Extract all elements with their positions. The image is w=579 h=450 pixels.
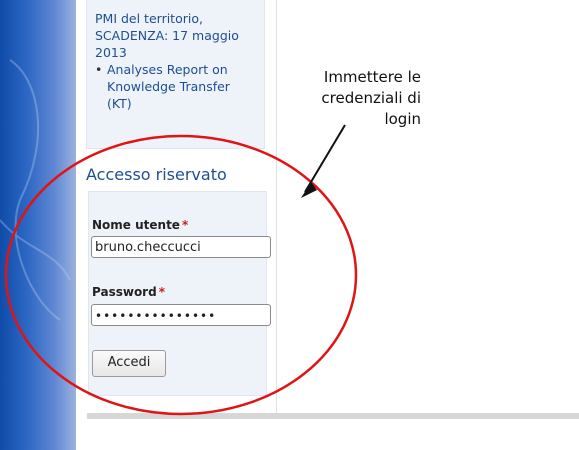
- arrow-head-icon: [301, 182, 317, 198]
- required-mark: *: [181, 218, 189, 232]
- password-label-text: Password: [92, 285, 157, 299]
- news-item-2[interactable]: • Analyses Report on Knowledge Transfer …: [95, 61, 239, 112]
- username-field[interactable]: bruno.checcucci: [91, 236, 271, 258]
- news-item-2-line[interactable]: Knowledge Transfer: [107, 78, 239, 95]
- login-title: Accesso riservato: [86, 165, 227, 184]
- required-mark: *: [158, 285, 165, 299]
- annotation-arrow-line: [304, 124, 346, 193]
- content-divider: [87, 413, 579, 419]
- username-label-text: Nome utente: [92, 218, 180, 232]
- news-item-2-line[interactable]: Analyses Report on: [107, 61, 239, 78]
- news-item-1-line[interactable]: 2013: [95, 44, 239, 61]
- bullet-icon: •: [95, 62, 103, 77]
- login-panel: Nome utente * bruno.checcucci Password * •…: [88, 191, 271, 396]
- password-label: Password *: [92, 285, 165, 299]
- annotation-line: Immettere le: [323, 68, 421, 86]
- news-list: PMI del territorio, SCADENZA: 17 maggio …: [95, 10, 239, 112]
- password-field[interactable]: •••••••••••••••: [91, 304, 271, 326]
- news-item-1[interactable]: PMI del territorio, SCADENZA: 17 maggio …: [95, 10, 239, 61]
- annotation-line: login: [384, 110, 421, 128]
- username-label: Nome utente *: [92, 218, 188, 232]
- annotation-note: Immettere le credenziali di login: [291, 67, 421, 130]
- annotation-line: credenziali di: [321, 89, 421, 107]
- sidebar: PMI del territorio, SCADENZA: 17 maggio …: [76, 0, 277, 415]
- login-button[interactable]: Accedi: [92, 350, 166, 377]
- news-item-2-line[interactable]: (KT): [107, 95, 239, 112]
- news-item-1-line[interactable]: SCADENZA: 17 maggio: [95, 27, 239, 44]
- map-pattern-decoration: [0, 59, 71, 321]
- news-panel: PMI del territorio, SCADENZA: 17 maggio …: [86, 0, 265, 149]
- left-decorative-band: [0, 0, 76, 450]
- news-item-1-line[interactable]: PMI del territorio,: [95, 10, 239, 27]
